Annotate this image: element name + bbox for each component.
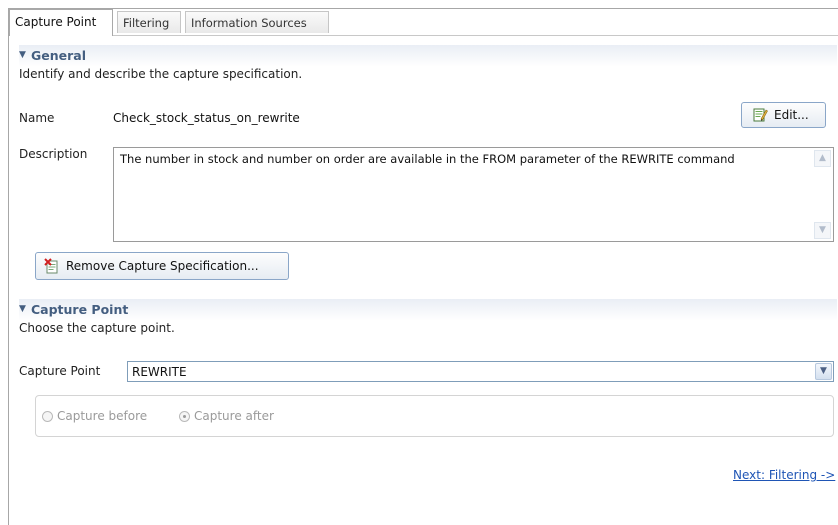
edit-button-label: Edit... (774, 108, 809, 122)
capture-point-section-title: Capture Point (31, 302, 129, 317)
next-filtering-link[interactable]: Next: Filtering -> (733, 468, 835, 482)
general-section-title: General (31, 48, 86, 63)
capture-after-radio[interactable]: Capture after (179, 409, 274, 423)
capture-before-radio[interactable]: Capture before (42, 409, 147, 423)
tab-filtering[interactable]: Filtering (117, 11, 181, 33)
capture-point-select[interactable]: REWRITE ▼ (127, 361, 834, 382)
description-scrollbar[interactable]: ▲ ▼ (814, 150, 831, 239)
name-label: Name (19, 111, 55, 125)
editor-frame: Capture Point Filtering Information Sour… (8, 8, 838, 525)
triangle-down-icon[interactable]: ▼ (19, 304, 26, 314)
edit-button[interactable]: Edit... (741, 102, 826, 128)
capture-point-section-header[interactable]: ▼ Capture Point (19, 299, 837, 321)
tab-capture-point[interactable]: Capture Point (9, 9, 113, 36)
tab-information-sources[interactable]: Information Sources (185, 11, 329, 33)
radio-checked-icon (179, 410, 190, 422)
description-text: The number in stock and number on order … (120, 152, 735, 166)
capture-point-section-description: Choose the capture point. (19, 321, 175, 335)
chevron-down-icon[interactable]: ▼ (815, 363, 832, 380)
scroll-down-icon[interactable]: ▼ (814, 222, 831, 239)
name-value: Check_stock_status_on_rewrite (113, 111, 300, 125)
radio-unchecked-icon (42, 410, 53, 422)
remove-button-label: Remove Capture Specification... (66, 259, 259, 273)
edit-document-icon (752, 107, 768, 123)
description-label: Description (19, 147, 88, 161)
remove-spec-icon (44, 258, 60, 274)
capture-after-label: Capture after (194, 409, 274, 423)
capture-point-selected-value: REWRITE (132, 365, 187, 379)
general-section-description: Identify and describe the capture specif… (19, 67, 303, 81)
tab-bar: Capture Point Filtering Information Sour… (9, 9, 838, 36)
capture-timing-group: Capture before Capture after (35, 395, 834, 437)
description-textarea[interactable]: The number in stock and number on order … (113, 147, 834, 242)
triangle-down-icon[interactable]: ▼ (19, 50, 26, 60)
capture-before-label: Capture before (57, 409, 148, 423)
remove-capture-specification-button[interactable]: Remove Capture Specification... (35, 252, 289, 280)
scroll-up-icon[interactable]: ▲ (814, 150, 831, 167)
capture-point-label: Capture Point (19, 364, 101, 378)
general-section-header[interactable]: ▼ General (19, 45, 837, 67)
